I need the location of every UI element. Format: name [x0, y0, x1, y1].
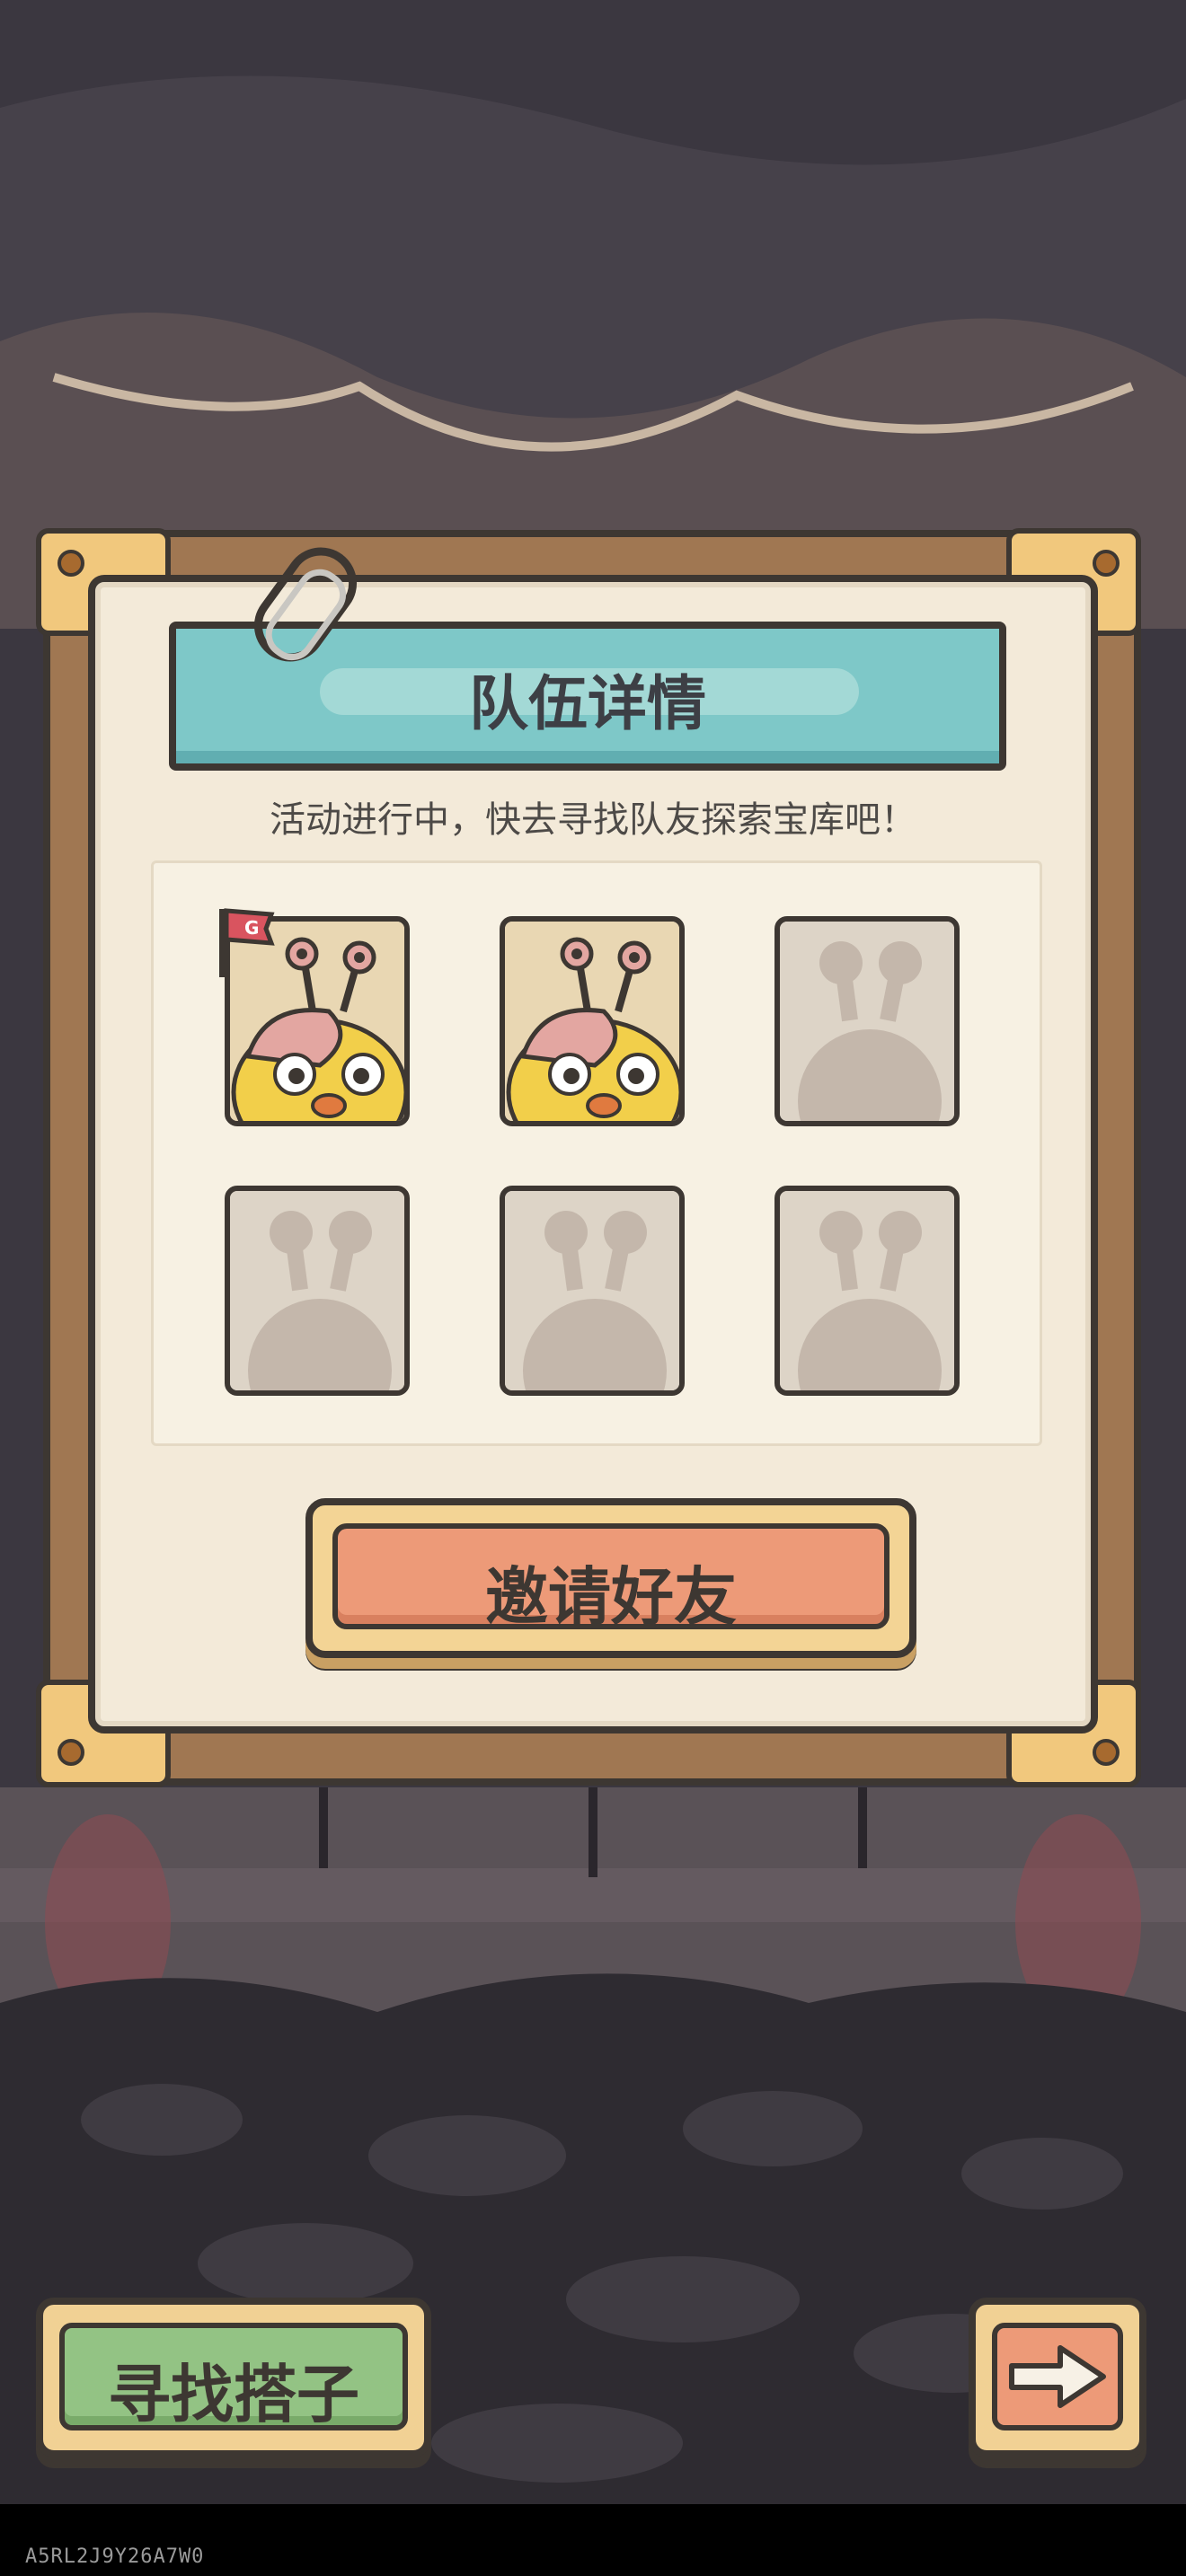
- next-button-face: [992, 2323, 1123, 2430]
- dialog-subtitle: 活动进行中，快去寻找队友探索宝库吧！: [270, 799, 916, 841]
- team-slot-5-empty[interactable]: [500, 1186, 685, 1396]
- next-arrow-button[interactable]: [969, 2298, 1146, 2457]
- team-slot-6-empty[interactable]: [774, 1186, 960, 1396]
- empty-silhouette-icon: [230, 1191, 404, 1390]
- empty-silhouette-icon: [505, 1191, 679, 1390]
- empty-silhouette-icon: [780, 922, 954, 1121]
- dialog-title: 队伍详情: [469, 669, 706, 738]
- find-partner-button[interactable]: 寻找搭子: [36, 2298, 431, 2457]
- invite-button-face: 邀请好友: [332, 1523, 890, 1634]
- invite-friend-button[interactable]: 邀请好友: [305, 1498, 916, 1658]
- find-partner-label: 寻找搭子: [108, 2358, 359, 2431]
- svg-text:G: G: [244, 917, 259, 939]
- team-slot-2[interactable]: [500, 916, 685, 1126]
- invite-button-label: 邀请好友: [485, 1560, 737, 1634]
- team-slot-4-empty[interactable]: [225, 1186, 410, 1396]
- arrow-right-icon: [1009, 2345, 1106, 2408]
- snail-chick-avatar-icon: [505, 922, 679, 1121]
- find-partner-button-face: 寻找搭子: [59, 2323, 408, 2431]
- team-slot-3-empty[interactable]: [774, 916, 960, 1126]
- leader-flag-icon: G: [219, 908, 275, 977]
- build-id: A5RL2J9Y26A7W0: [25, 2545, 205, 2568]
- empty-silhouette-icon: [780, 1191, 954, 1390]
